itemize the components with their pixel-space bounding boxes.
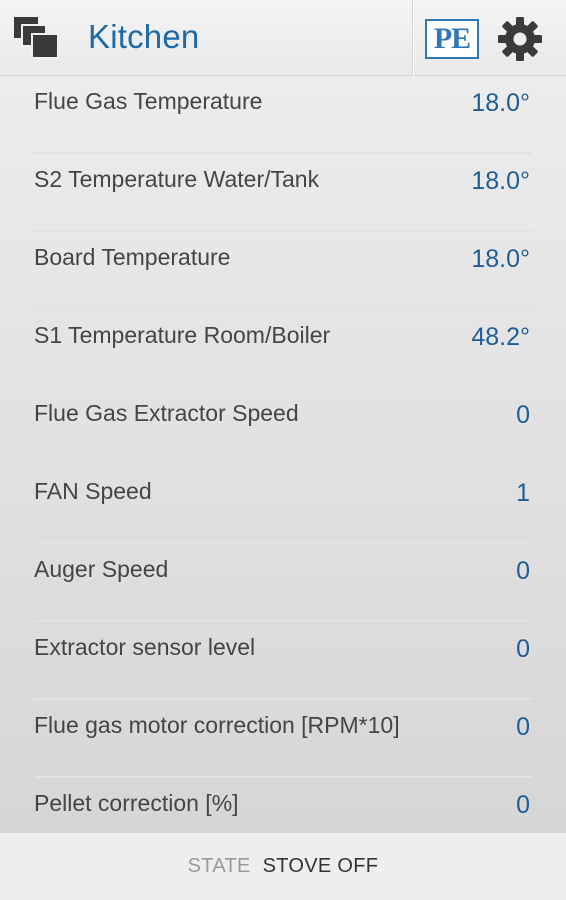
list-item: FAN Speed 1 — [34, 466, 532, 544]
list-item: S1 Temperature Room/Boiler 48.2° — [34, 310, 532, 388]
list-item: Board Temperature 18.0° — [34, 232, 532, 310]
reading-value: 0 — [516, 635, 530, 663]
readings-list[interactable]: Flue Gas Temperature 18.0° S2 Temperatur… — [0, 76, 566, 832]
reading-label: Flue Gas Extractor Speed — [34, 400, 299, 426]
reading-label: Auger Speed — [34, 556, 169, 582]
app: Kitchen PE Flue Gas Temperature 18.0° S2… — [0, 0, 566, 900]
list-item: Flue Gas Temperature 18.0° — [34, 76, 532, 154]
reading-label: Flue Gas Temperature — [34, 88, 263, 114]
list-item: Pellet correction [%] 0 — [34, 778, 532, 832]
state-label: STATE — [187, 855, 251, 877]
list-item: Extractor sensor level 0 — [34, 622, 532, 700]
logo-text: PE — [433, 22, 471, 55]
reading-value: 18.0° — [471, 167, 530, 195]
reading-value: 1 — [516, 479, 530, 507]
reading-label: Flue gas motor correction [RPM*10] — [34, 712, 400, 738]
reading-value: 0 — [516, 557, 530, 585]
reading-label: S1 Temperature Room/Boiler — [34, 322, 331, 348]
list-item: S2 Temperature Water/Tank 18.0° — [34, 154, 532, 232]
reading-label: S2 Temperature Water/Tank — [34, 166, 320, 192]
list-item: Flue Gas Extractor Speed 0 — [34, 388, 532, 466]
list-item: Flue gas motor correction [RPM*10] 0 — [34, 700, 532, 778]
reading-label: FAN Speed — [34, 478, 152, 504]
reading-value: 0 — [516, 401, 530, 429]
reading-label: Extractor sensor level — [34, 634, 256, 660]
windows-stack-icon[interactable] — [14, 17, 60, 59]
list-item: Auger Speed 0 — [34, 544, 532, 622]
header-bar: Kitchen PE — [0, 0, 566, 76]
header-divider — [412, 0, 414, 76]
status-footer: STATE STOVE OFF — [0, 832, 566, 900]
reading-label: Pellet correction [%] — [34, 790, 239, 816]
reading-label: Board Temperature — [34, 244, 231, 270]
gear-icon[interactable] — [497, 16, 543, 62]
reading-value: 18.0° — [471, 245, 530, 273]
reading-value: 0 — [516, 713, 530, 741]
state-value: STOVE OFF — [262, 855, 379, 877]
reading-value: 48.2° — [471, 323, 530, 351]
brand-logo: PE — [425, 19, 479, 59]
reading-value: 0 — [516, 791, 530, 819]
page-title: Kitchen — [88, 18, 200, 55]
reading-value: 18.0° — [471, 89, 530, 117]
